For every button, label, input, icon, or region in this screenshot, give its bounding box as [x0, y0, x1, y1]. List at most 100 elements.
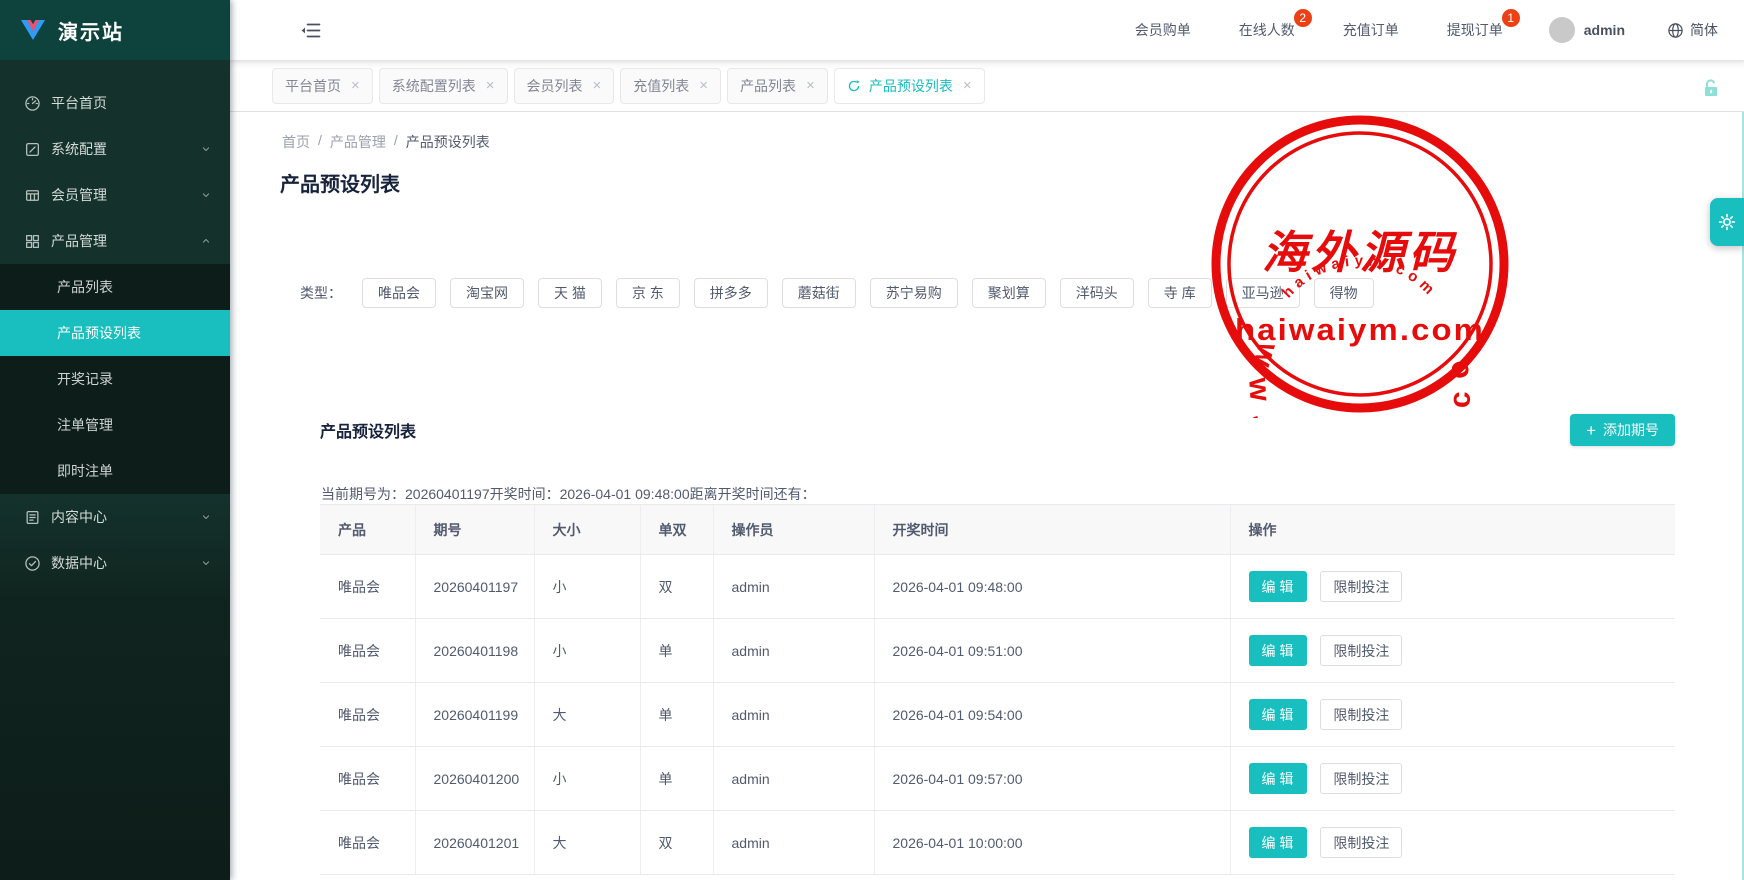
type-filter-button[interactable]: 苏宁易购	[870, 278, 958, 308]
restrict-bet-button[interactable]: 限制投注	[1320, 571, 1402, 602]
sidebar-item[interactable]: 注单管理	[0, 402, 230, 448]
chevron-down-icon	[200, 189, 212, 201]
sidebar-item[interactable]: 内容中心	[0, 494, 230, 540]
column-header: 大小	[534, 505, 640, 555]
sidebar-item[interactable]: 产品预设列表	[0, 310, 230, 356]
edit-button[interactable]: 编 辑	[1249, 571, 1307, 602]
column-header: 开奖时间	[874, 505, 1230, 555]
type-filter-button[interactable]: 唯品会	[362, 278, 436, 308]
language-label: 简体	[1690, 20, 1718, 40]
add-issue-button[interactable]: + 添加期号	[1570, 414, 1675, 446]
settings-gear-button[interactable]	[1710, 198, 1744, 246]
header-link[interactable]: 在线人数 2	[1239, 20, 1295, 40]
cell-draw-time: 2026-04-01 10:00:00	[874, 811, 1230, 875]
restrict-bet-button[interactable]: 限制投注	[1320, 763, 1402, 794]
sidebar-item[interactable]: 产品列表	[0, 264, 230, 310]
chevron-up-icon	[200, 235, 212, 247]
members-icon	[24, 187, 41, 204]
edit-button[interactable]: 编 辑	[1249, 635, 1307, 666]
close-icon[interactable]: ×	[486, 78, 495, 93]
filter-options: 唯品会 淘宝网 天 猫 京 东 拼多多 蘑菇街 苏宁易购 聚划算 洋码头	[362, 278, 1388, 308]
type-filter-button[interactable]: 蘑菇街	[782, 278, 856, 308]
current-issue-notice: 当前期号为：20260401197开奖时间：2026-04-01 09:48:0…	[321, 484, 816, 504]
type-filter-button[interactable]: 京 东	[616, 278, 680, 308]
tab[interactable]: 产品列表 ×	[727, 68, 828, 104]
sidebar-item[interactable]: 平台首页	[0, 80, 230, 126]
lock-open-icon[interactable]	[1700, 77, 1722, 99]
plus-icon: +	[1586, 422, 1596, 439]
tab[interactable]: 平台首页 ×	[272, 68, 373, 104]
type-filter-button[interactable]: 亚马逊	[1226, 278, 1300, 308]
breadcrumb-product-management[interactable]: 产品管理	[330, 132, 386, 152]
app-logo[interactable]: 演示站	[0, 0, 230, 60]
close-icon[interactable]: ×	[351, 78, 360, 93]
type-filter-button[interactable]: 洋码头	[1060, 278, 1134, 308]
header-link-label: 会员购单	[1135, 22, 1191, 38]
edit-button[interactable]: 编 辑	[1249, 763, 1307, 794]
username: admin	[1584, 22, 1625, 38]
tab[interactable]: 会员列表 ×	[514, 68, 615, 104]
restrict-bet-button[interactable]: 限制投注	[1320, 827, 1402, 858]
sidebar-item-label: 系统配置	[51, 139, 107, 159]
close-icon[interactable]: ×	[806, 78, 815, 93]
sidebar-item-label: 产品列表	[57, 277, 113, 297]
type-filter-button[interactable]: 拼多多	[694, 278, 768, 308]
edit-button[interactable]: 编 辑	[1249, 699, 1307, 730]
dashboard-icon	[24, 95, 41, 112]
breadcrumb-home[interactable]: 首页	[282, 132, 310, 152]
tab[interactable]: 系统配置列表 ×	[379, 68, 508, 104]
config-icon	[24, 141, 41, 158]
cell-product: 唯品会	[320, 619, 415, 683]
tab[interactable]: 产品预设列表 ×	[834, 68, 985, 104]
tab-label: 平台首页	[285, 76, 341, 96]
restrict-bet-button[interactable]: 限制投注	[1320, 635, 1402, 666]
close-icon[interactable]: ×	[593, 78, 602, 93]
chevron-down-icon	[200, 557, 212, 569]
column-header: 期号	[415, 505, 534, 555]
type-filter-button[interactable]: 淘宝网	[450, 278, 524, 308]
tab[interactable]: 充值列表 ×	[620, 68, 721, 104]
sidebar-item[interactable]: 数据中心	[0, 540, 230, 586]
edit-button[interactable]: 编 辑	[1249, 827, 1307, 858]
sidebar-item-label: 平台首页	[51, 93, 107, 113]
header-link[interactable]: 会员购单	[1135, 20, 1191, 40]
cell-draw-time: 2026-04-01 09:51:00	[874, 619, 1230, 683]
data-icon	[24, 555, 41, 572]
type-filter-button[interactable]: 得物	[1314, 278, 1374, 308]
user-menu[interactable]: admin	[1549, 17, 1625, 43]
type-filter-button[interactable]: 天 猫	[538, 278, 602, 308]
column-header: 操作员	[713, 505, 874, 555]
sidebar-item[interactable]: 产品管理	[0, 218, 230, 264]
header-link[interactable]: 充值订单	[1343, 20, 1399, 40]
sidebar-menu: 平台首页 系统配置 会员管理 产品管理	[0, 60, 230, 586]
breadcrumb: 首页 / 产品管理 / 产品预设列表	[282, 132, 490, 152]
sidebar-item[interactable]: 会员管理	[0, 172, 230, 218]
tab-label: 系统配置列表	[392, 76, 476, 96]
language-switcher[interactable]: 简体	[1667, 20, 1718, 40]
close-icon[interactable]: ×	[699, 78, 708, 93]
sidebar-item[interactable]: 即时注单	[0, 448, 230, 494]
top-header: 会员购单 在线人数 2 充值订单 提现订单	[230, 0, 1744, 60]
close-icon[interactable]: ×	[963, 78, 972, 93]
cell-issue: 20260401197	[415, 555, 534, 619]
sidebar-item[interactable]: 系统配置	[0, 126, 230, 172]
app-window: 演示站 平台首页 系统配置 会员管理	[0, 0, 1744, 880]
column-header: 产品	[320, 505, 415, 555]
sidebar-item-label: 会员管理	[51, 185, 107, 205]
cell-operator: admin	[713, 747, 874, 811]
header-link[interactable]: 提现订单 1	[1447, 20, 1503, 40]
refresh-icon[interactable]	[847, 79, 861, 93]
tab-label: 会员列表	[527, 76, 583, 96]
content-icon	[24, 509, 41, 526]
cell-size: 小	[534, 555, 640, 619]
restrict-bet-button[interactable]: 限制投注	[1320, 699, 1402, 730]
cell-size: 小	[534, 747, 640, 811]
sidebar-item-label: 即时注单	[57, 461, 113, 481]
type-filter-button[interactable]: 寺 库	[1148, 278, 1212, 308]
sidebar-item[interactable]: 开奖记录	[0, 356, 230, 402]
header-link-label: 提现订单	[1447, 22, 1503, 38]
type-filter-button[interactable]: 聚划算	[972, 278, 1046, 308]
tabs: 平台首页 × 系统配置列表 ×	[272, 68, 991, 104]
collapse-sidebar-icon[interactable]	[300, 22, 321, 39]
cell-product: 唯品会	[320, 747, 415, 811]
